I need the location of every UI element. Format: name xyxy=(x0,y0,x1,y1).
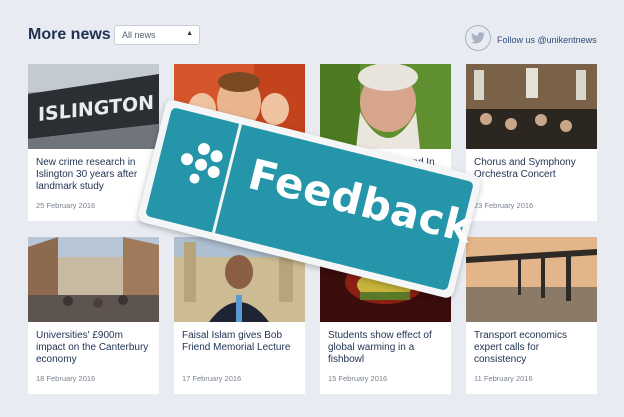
filter-selected-value: All news xyxy=(122,30,156,40)
article-date: 23 February 2016 xyxy=(474,201,534,210)
article-date: 25 February 2016 xyxy=(36,201,96,210)
article-headline[interactable]: Students show effect of global warming i… xyxy=(328,330,446,366)
news-card[interactable]: Chorus and Symphony Orchestra Concert 23… xyxy=(466,64,597,221)
news-card[interactable]: Transport economics expert calls for con… xyxy=(466,237,597,394)
article-image-concert-hall xyxy=(466,64,597,149)
twitter-icon xyxy=(465,25,491,51)
article-headline[interactable]: New crime research in Islington 30 years… xyxy=(36,157,154,193)
news-header: More news All news ▲︎ Follow us @unikent… xyxy=(28,25,598,51)
article-headline[interactable]: Transport economics expert calls for con… xyxy=(474,330,592,366)
article-image-islington-sign: ISLINGTON xyxy=(28,64,159,149)
news-card[interactable]: ISLINGTON New crime research in Islingto… xyxy=(28,64,159,221)
article-headline[interactable]: Chorus and Symphony Orchestra Concert xyxy=(474,157,592,181)
article-date: 15 February 2016 xyxy=(328,374,388,383)
section-title: More news xyxy=(28,26,111,43)
article-date: 11 February 2016 xyxy=(474,374,533,383)
article-headline[interactable]: Universities' £900m impact on the Canter… xyxy=(36,330,154,366)
article-date: 18 February 2016 xyxy=(36,374,96,383)
chevron-up-down-icon: ▲︎ xyxy=(186,30,193,37)
follow-us-text: Follow us @unikentnews xyxy=(497,35,597,45)
article-headline[interactable]: Faisal Islam gives Bob Friend Memorial L… xyxy=(182,330,300,354)
article-image-canterbury-street xyxy=(28,237,159,322)
article-image-robert-wyatt xyxy=(320,64,451,149)
news-filter-select[interactable]: All news ▲︎ xyxy=(114,25,200,45)
article-image-bridge xyxy=(466,237,597,322)
article-date: 17 February 2016 xyxy=(182,374,242,383)
news-card[interactable]: Universities' £900m impact on the Canter… xyxy=(28,237,159,394)
news-card[interactable]: Faisal Islam gives Bob Friend Memorial L… xyxy=(174,237,305,394)
